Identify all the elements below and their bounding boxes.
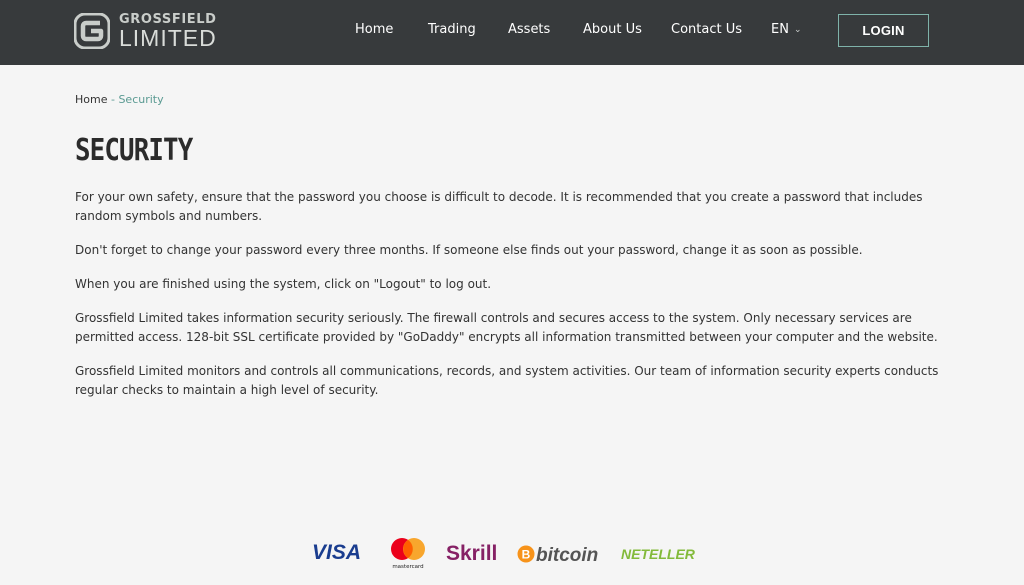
nav-assets[interactable]: Assets [508, 22, 550, 37]
skrill-logo-icon: Skrill [446, 542, 497, 565]
breadcrumb-separator: - [107, 93, 119, 106]
neteller-logo-icon: NETELLER [621, 546, 695, 562]
mastercard-logo-icon: mastercard [391, 538, 425, 570]
skrill-logo-text: Skrill [446, 542, 497, 565]
breadcrumb-home[interactable]: Home [75, 93, 107, 106]
neteller-logo-text: NETELLER [621, 546, 695, 562]
breadcrumb-current: Security [118, 93, 164, 106]
mastercard-logo-text: mastercard [392, 564, 423, 570]
visa-logo-icon: VISA [312, 541, 361, 564]
login-button[interactable]: LOGIN [838, 14, 929, 47]
bitcoin-logo-text: bitcoin [536, 545, 598, 565]
visa-logo-text: VISA [312, 541, 361, 564]
nav-home[interactable]: Home [355, 22, 393, 37]
paragraph: Grossfield Limited monitors and controls… [75, 364, 939, 397]
nav-trading[interactable]: Trading [428, 22, 476, 37]
brand-line-2: LIMITED [119, 24, 217, 51]
paragraph: When you are finished using the system, … [75, 277, 492, 291]
security-content: For your own safety, ensure that the pas… [75, 188, 945, 415]
brand-logo[interactable]: GROSSFIELD LIMITED [74, 12, 217, 50]
paragraph: Grossfield Limited takes information sec… [75, 311, 938, 344]
page-title: SECURITY [75, 133, 193, 168]
bitcoin-symbol: B [522, 548, 531, 562]
breadcrumb: Home - Security [75, 93, 164, 106]
nav-about-us[interactable]: About Us [583, 22, 642, 37]
payment-methods: VISA mastercard Skrill B bitcoin NETELLE… [310, 535, 700, 575]
paragraph: For your own safety, ensure that the pas… [75, 190, 923, 223]
chevron-down-icon: ⌄ [793, 24, 802, 35]
paragraph: Don't forget to change your password eve… [75, 243, 863, 257]
language-selector[interactable]: EN ⌄ [771, 22, 802, 37]
nav-contact-us[interactable]: Contact Us [671, 22, 742, 37]
site-header: GROSSFIELD LIMITED Home Trading Assets A… [0, 0, 1024, 65]
brand-text: GROSSFIELD LIMITED [119, 13, 217, 50]
language-label: EN [771, 22, 789, 37]
grossfield-logo-icon [74, 13, 110, 49]
bitcoin-logo-icon: B bitcoin [517, 545, 598, 565]
brand-line-1: GROSSFIELD [119, 11, 217, 27]
